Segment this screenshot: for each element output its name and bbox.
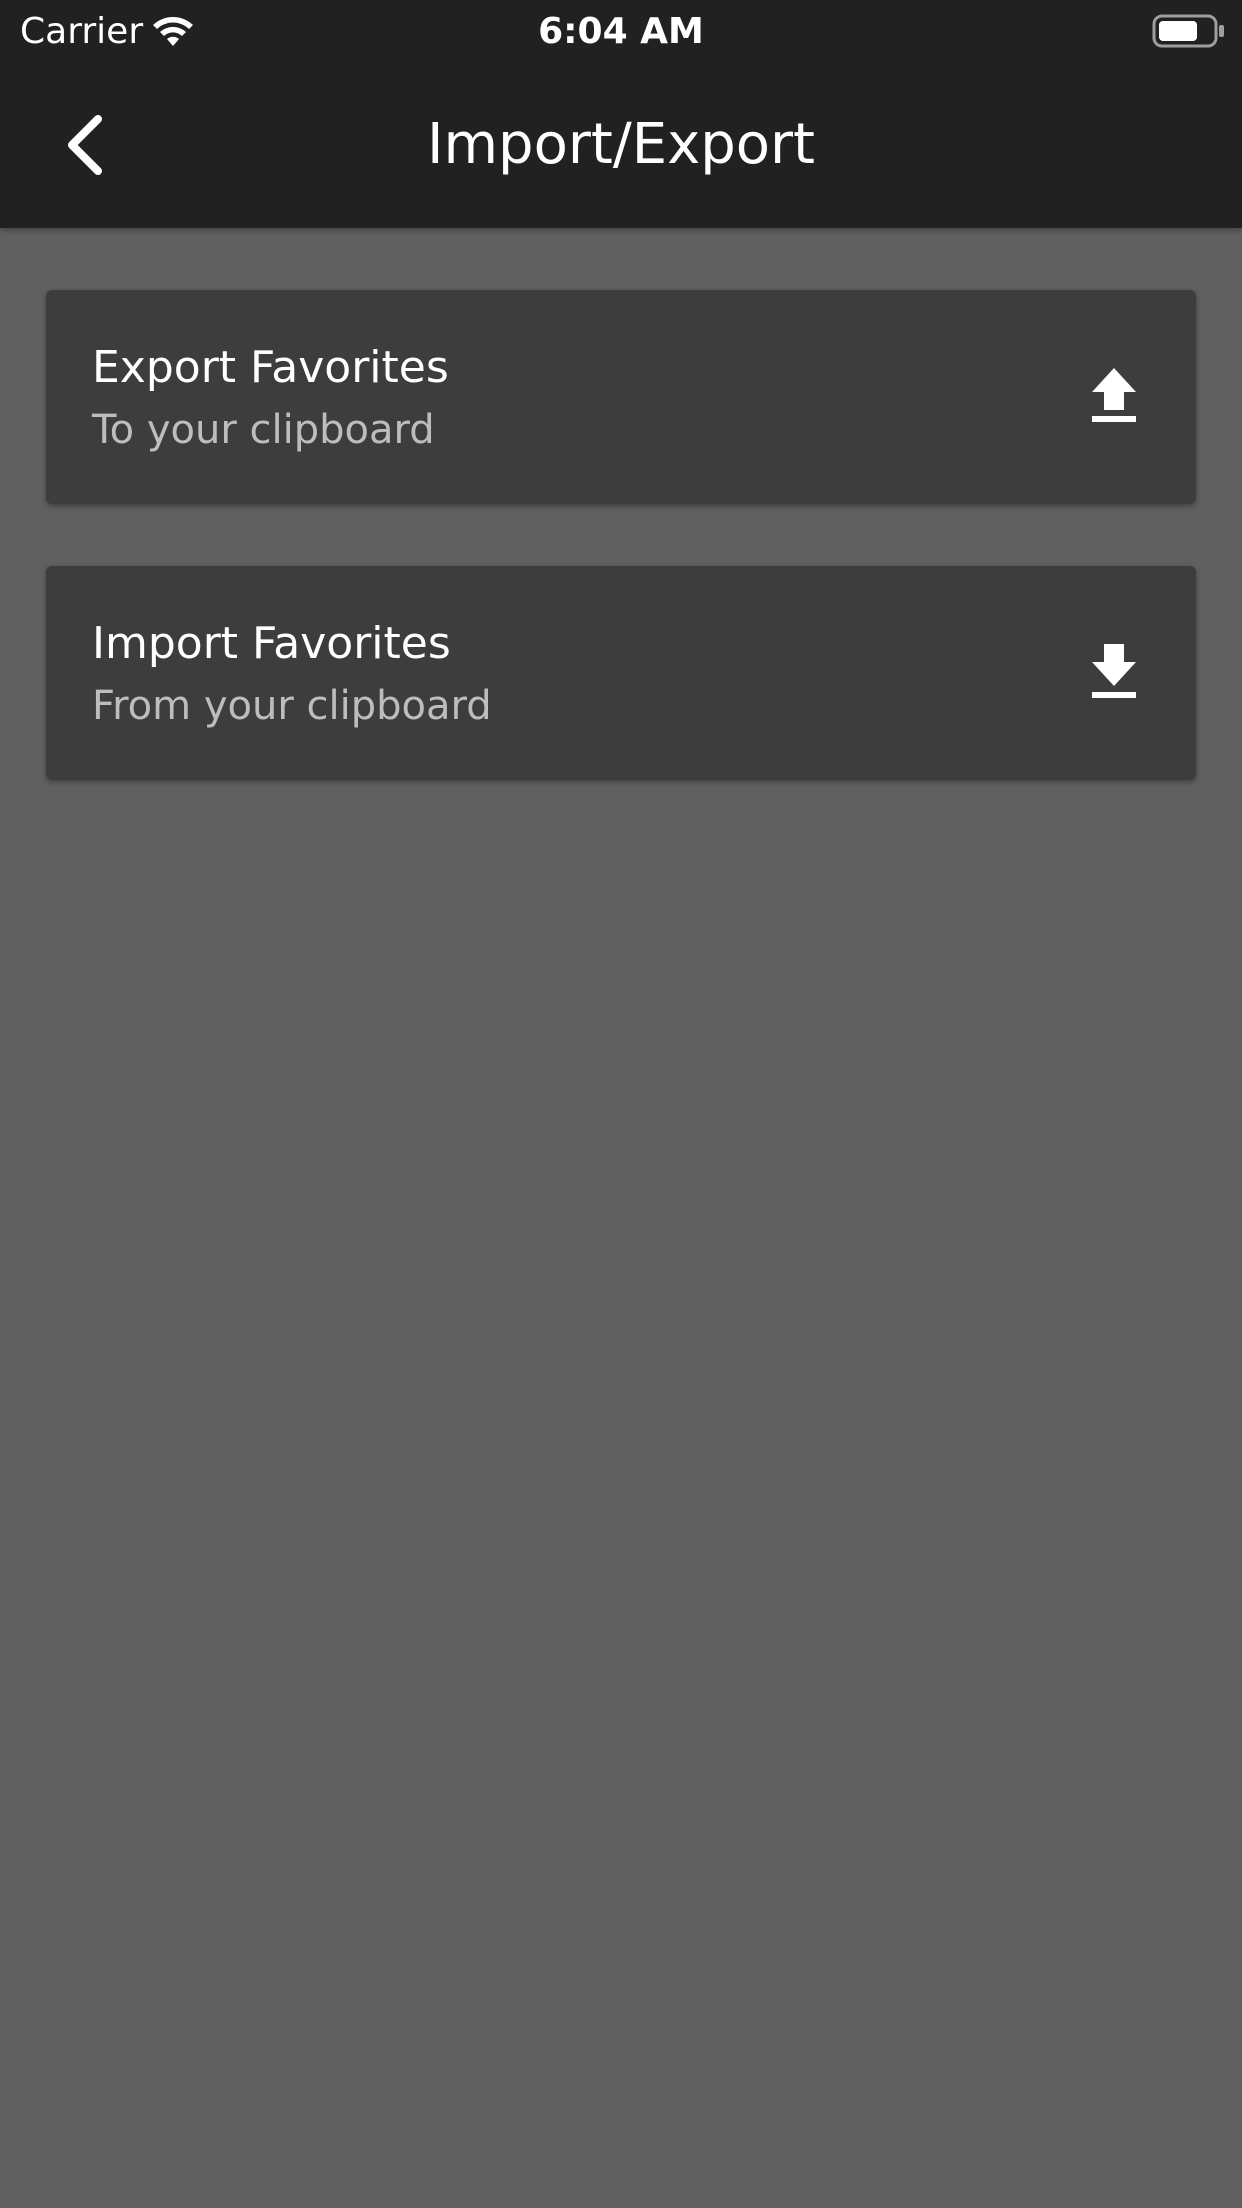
status-time: 6:04 AM — [538, 11, 704, 52]
upload-icon — [1092, 368, 1136, 422]
download-icon — [1092, 644, 1136, 698]
page-title: Import/Export — [426, 112, 816, 177]
export-favorites-title: Export Favorites — [92, 342, 449, 393]
import-favorites-subtitle: From your clipboard — [92, 683, 492, 729]
export-favorites-card[interactable]: Export Favorites To your clipboard — [46, 290, 1196, 504]
battery-icon — [1152, 14, 1224, 48]
import-favorites-card[interactable]: Import Favorites From your clipboard — [46, 566, 1196, 780]
import-favorites-title: Import Favorites — [92, 618, 451, 669]
app-bar: Carrier 6:04 AM Import/Export — [0, 0, 1242, 228]
import-export-screen: Carrier 6:04 AM Import/Export Export Fav… — [0, 0, 1242, 2208]
export-favorites-subtitle: To your clipboard — [92, 407, 435, 453]
